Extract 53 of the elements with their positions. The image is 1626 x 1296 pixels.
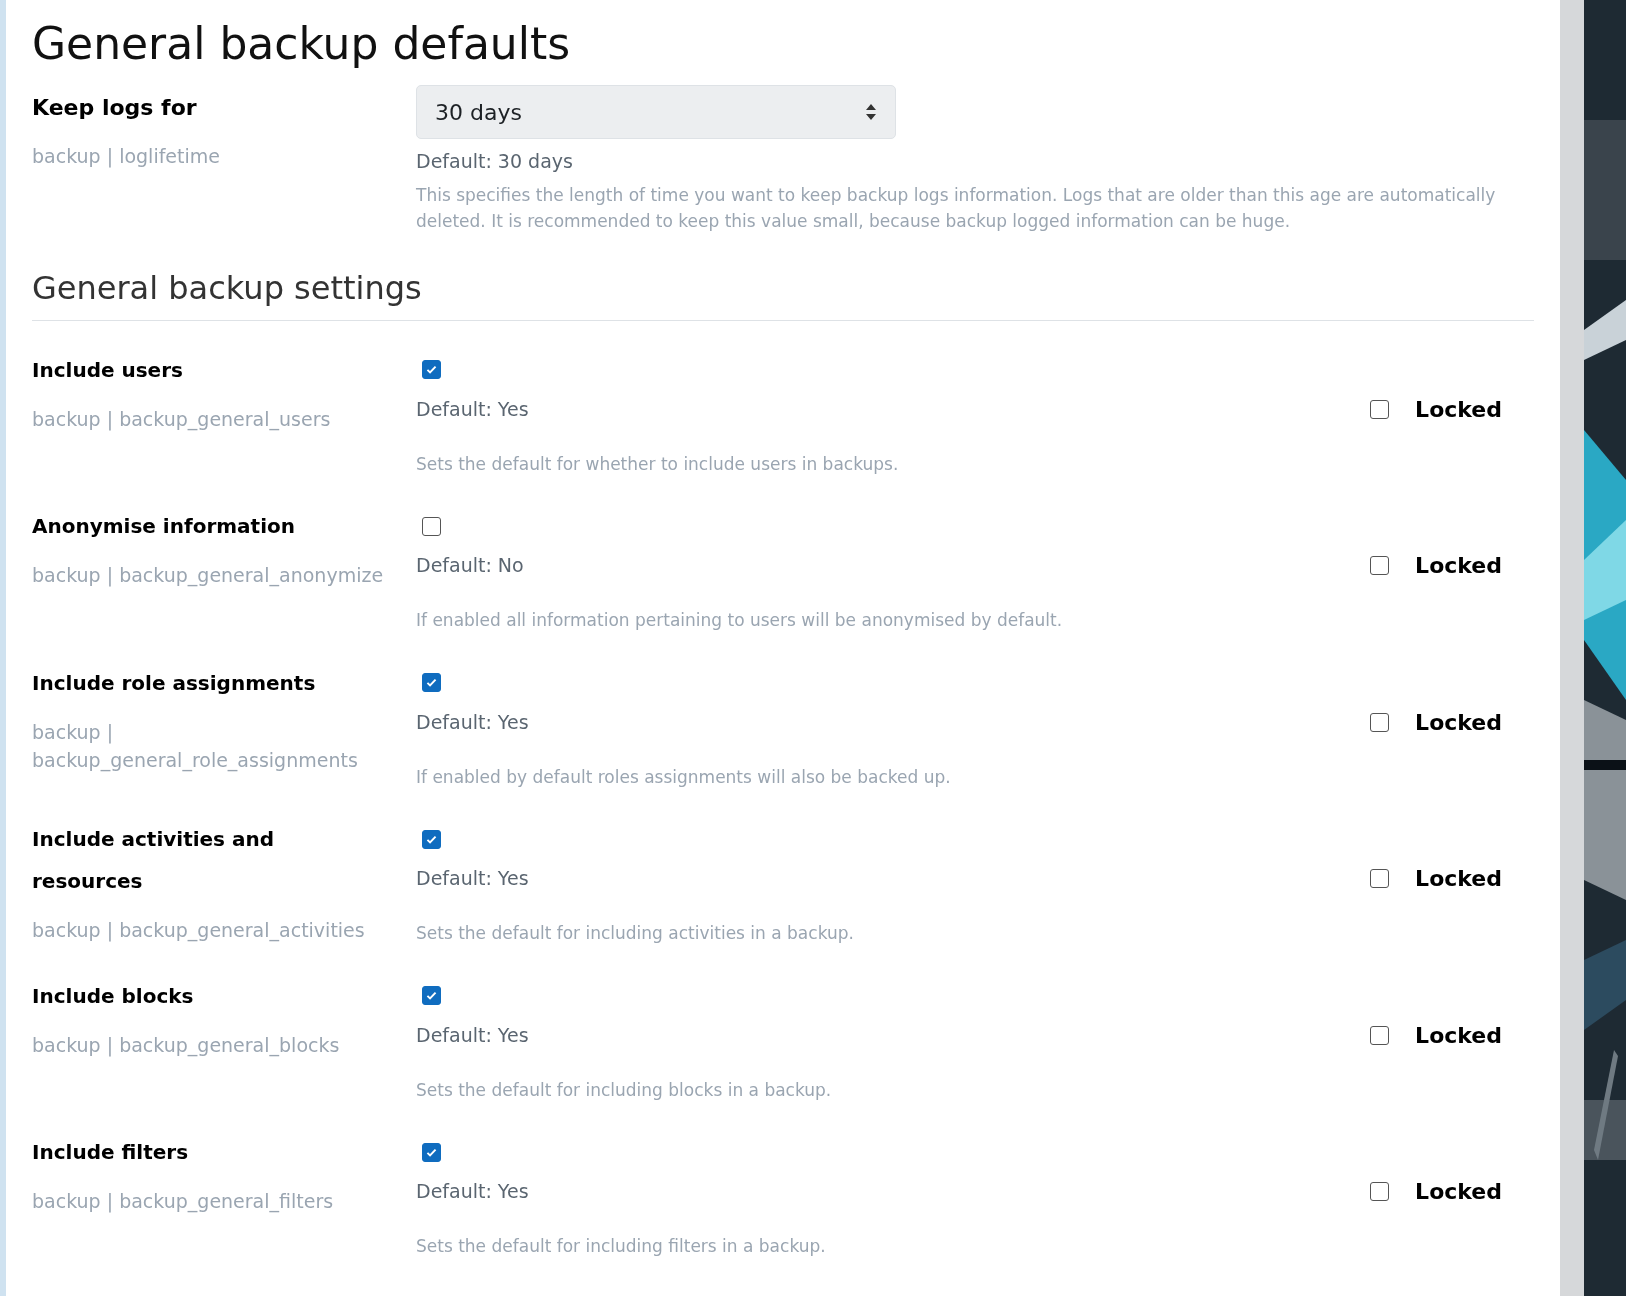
select-field[interactable]: 30 days bbox=[416, 85, 896, 139]
locked-label: Locked bbox=[1415, 395, 1502, 424]
setting-checkbox[interactable] bbox=[422, 829, 441, 849]
setting-name: backup | backup_general_activities bbox=[32, 918, 366, 944]
default-value: Default: No bbox=[416, 553, 524, 579]
setting-description: Sets the default for including activities in a backup. bbox=[416, 922, 855, 945]
setting-name: backup | backup_general_users bbox=[32, 406, 332, 433]
setting-name: backup | loglifetime bbox=[32, 144, 221, 170]
page-heading: General backup defaults bbox=[32, 17, 572, 71]
setting-description: If enabled by default roles assignments will also be backed up. bbox=[416, 765, 952, 789]
setting-label: Include activities and resources bbox=[32, 826, 276, 895]
setting-description: Sets the default for including filters in a backup. bbox=[416, 1235, 827, 1258]
setting-label: Include role assignments bbox=[32, 669, 317, 697]
setting-name: backup | backup_general_blocks bbox=[32, 1032, 341, 1059]
setting-name: backup | backup_general_anonymize bbox=[32, 563, 385, 589]
setting-checkbox[interactable] bbox=[422, 673, 441, 692]
setting-description: Sets the default for including blocks in a backup. bbox=[416, 1078, 833, 1102]
setting-label: Include users bbox=[32, 356, 184, 384]
setting-description: Sets the default for whether to include users in backups. bbox=[416, 452, 900, 476]
setting-description: This specifies the length of time you want to keep backup logs information. Logs that are older than this age are automatically deleted. It is recommended to keep this value small, because backup logged information can be huge. bbox=[416, 183, 1497, 233]
locked-label: Locked bbox=[1415, 865, 1502, 893]
check-icon bbox=[425, 363, 438, 376]
setting-label: Anonymise information bbox=[32, 513, 296, 540]
setting-label: Include blocks bbox=[32, 982, 195, 1010]
locked-checkbox[interactable] bbox=[1370, 399, 1390, 419]
setting-description: If enabled all information pertaining to users will be anonymised by default. bbox=[416, 609, 1064, 632]
locked-checkbox[interactable] bbox=[1370, 869, 1390, 888]
setting-label: Keep logs for bbox=[32, 94, 198, 122]
setting-label: Include filters bbox=[32, 1139, 190, 1166]
default-value: Default: 30 days bbox=[416, 149, 574, 174]
default-value: Default: Yes bbox=[416, 1022, 529, 1048]
section-title: General backup settings bbox=[32, 263, 1534, 321]
default-value: Default: Yes bbox=[416, 709, 529, 735]
locked-checkbox[interactable] bbox=[1370, 1025, 1390, 1045]
setting-name: backup | backup_general_role_assignments bbox=[32, 719, 359, 774]
locked-label: Locked bbox=[1415, 1178, 1502, 1206]
setting-checkbox[interactable] bbox=[422, 986, 441, 1005]
locked-checkbox[interactable] bbox=[1370, 712, 1390, 732]
default-value: Default: Yes bbox=[416, 1179, 529, 1205]
locked-label: Locked bbox=[1415, 708, 1502, 737]
setting-checkbox[interactable] bbox=[422, 1142, 441, 1162]
locked-checkbox[interactable] bbox=[1370, 1182, 1390, 1201]
default-value: Default: Yes bbox=[416, 396, 529, 422]
sort-icon bbox=[865, 103, 877, 121]
locked-label: Locked bbox=[1415, 1021, 1502, 1050]
setting-checkbox[interactable] bbox=[422, 360, 441, 379]
default-value: Default: Yes bbox=[416, 866, 529, 892]
locked-checkbox[interactable] bbox=[1370, 556, 1390, 575]
setting-name: backup | backup_general_filters bbox=[32, 1189, 335, 1215]
setting-checkbox[interactable] bbox=[422, 516, 441, 536]
check-icon bbox=[425, 676, 438, 689]
check-icon bbox=[425, 989, 438, 1002]
locked-label: Locked bbox=[1415, 552, 1502, 580]
